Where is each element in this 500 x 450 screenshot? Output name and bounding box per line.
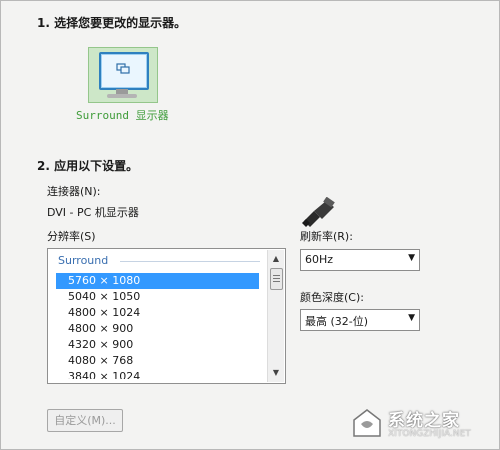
- color-depth-dropdown[interactable]: 最高 (32-位) ▼: [300, 309, 420, 331]
- monitor-icon: [99, 52, 149, 90]
- connector-value: DVI - PC 机显示器: [47, 206, 139, 219]
- listbox-scrollbar[interactable]: ▲ ▼: [267, 250, 284, 382]
- custom-button[interactable]: 自定义(M)...: [47, 409, 123, 432]
- resolution-group-header: Surround: [58, 254, 109, 267]
- resolution-item[interactable]: 4320 × 900: [56, 337, 259, 353]
- scroll-down-icon[interactable]: ▼: [268, 366, 284, 380]
- color-depth-label: 颜色深度(C):: [300, 291, 364, 304]
- monitor-base: [107, 94, 137, 98]
- watermark-text: 系统之家: [388, 411, 460, 431]
- resolution-item[interactable]: 5760 × 1080: [56, 273, 259, 289]
- resolution-item[interactable]: 3840 × 1024: [56, 369, 259, 379]
- resolution-label: 分辨率(S): [47, 230, 96, 243]
- watermark: 系统之家 XITONGZHIJIA.NET: [344, 402, 494, 444]
- resolution-list[interactable]: 5760 × 1080 5040 × 1050 4800 × 1024 4800…: [56, 273, 259, 379]
- display-glyph-icon: [116, 63, 130, 74]
- section-1-title: 1. 选择您要更改的显示器。: [37, 16, 187, 30]
- resolution-item[interactable]: 4080 × 768: [56, 353, 259, 369]
- resolution-item[interactable]: 5040 × 1050: [56, 289, 259, 305]
- dvi-connector-icon: [302, 197, 335, 227]
- resolution-item[interactable]: 4800 × 1024: [56, 305, 259, 321]
- chevron-down-icon: ▼: [408, 313, 415, 323]
- monitor-selector[interactable]: [88, 47, 158, 103]
- connector-label: 连接器(N):: [47, 185, 101, 198]
- scroll-thumb[interactable]: [270, 268, 283, 290]
- scroll-up-icon[interactable]: ▲: [268, 252, 284, 266]
- monitor-label[interactable]: Surround 显示器: [76, 107, 169, 123]
- refresh-rate-label: 刷新率(R):: [300, 230, 353, 243]
- refresh-rate-dropdown[interactable]: 60Hz ▼: [300, 249, 420, 271]
- chevron-down-icon: ▼: [408, 253, 415, 263]
- refresh-rate-value: 60Hz: [305, 253, 334, 266]
- watermark-logo-icon: [353, 409, 381, 437]
- resolution-item[interactable]: 4800 × 900: [56, 321, 259, 337]
- section-2-title: 2. 应用以下设置。: [37, 159, 139, 173]
- watermark-url: XITONGZHIJIA.NET: [388, 429, 471, 439]
- resolution-listbox[interactable]: Surround 5760 × 1080 5040 × 1050 4800 × …: [47, 248, 286, 384]
- group-divider: [120, 261, 260, 262]
- color-depth-value: 最高 (32-位): [305, 315, 369, 328]
